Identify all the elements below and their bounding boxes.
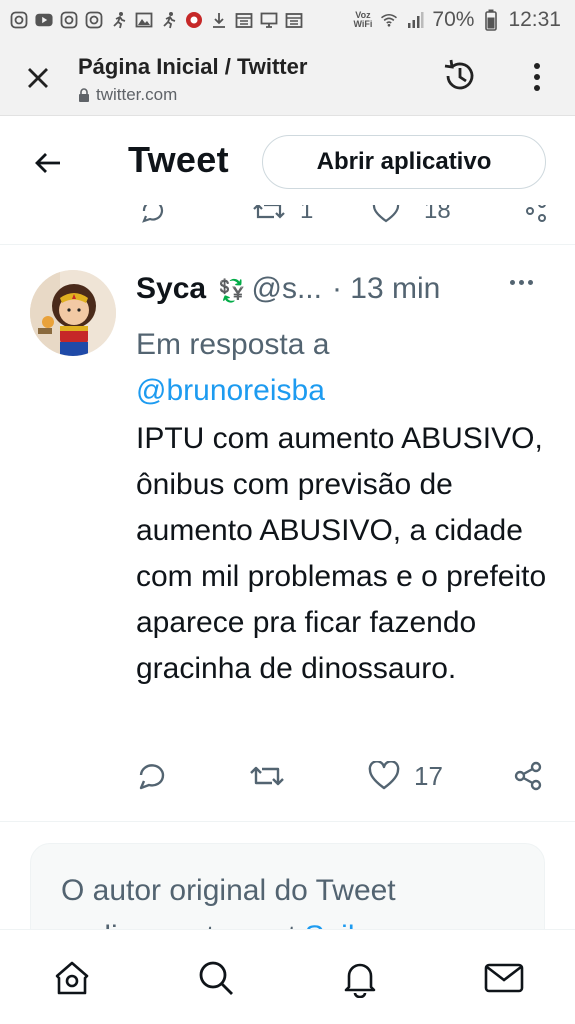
heart-icon bbox=[368, 761, 400, 790]
retweet-icon bbox=[250, 766, 284, 786]
monitor-icon bbox=[260, 11, 278, 29]
more-dot-icon bbox=[534, 74, 540, 80]
lock-icon bbox=[79, 88, 89, 102]
prev-like-count: 18 bbox=[424, 205, 451, 224]
close-tab-button[interactable] bbox=[22, 62, 54, 94]
back-button[interactable] bbox=[30, 145, 66, 181]
reply-icon bbox=[139, 764, 165, 790]
more-dot-icon bbox=[510, 280, 515, 285]
volte-indicator: Voz WiFi bbox=[353, 10, 373, 29]
reply-button[interactable] bbox=[136, 758, 168, 794]
tweet-time[interactable]: · 13 min bbox=[332, 272, 440, 306]
app-badge-icon bbox=[185, 11, 203, 29]
notice-line: O autor original do Tweet bbox=[61, 874, 396, 907]
nav-home-button[interactable] bbox=[48, 954, 96, 1002]
url-display[interactable]: twitter.com bbox=[78, 85, 177, 105]
home-icon bbox=[55, 961, 89, 995]
prev-retweet-count: 1 bbox=[300, 205, 314, 224]
runner-icon bbox=[160, 11, 178, 29]
share-icon bbox=[514, 761, 542, 791]
like-button[interactable]: 17 bbox=[368, 758, 443, 794]
author-name[interactable]: Syca bbox=[136, 272, 206, 306]
browser-menu-button[interactable] bbox=[524, 60, 550, 94]
notification-icons bbox=[10, 11, 303, 29]
bottom-navigation bbox=[0, 929, 575, 1024]
open-app-button[interactable]: Abrir aplicativo bbox=[262, 135, 546, 189]
status-bar: Voz WiFi 70% 12:31 bbox=[0, 0, 575, 40]
more-dot-icon bbox=[519, 280, 524, 285]
runner-icon bbox=[110, 11, 128, 29]
instagram-icon bbox=[10, 11, 28, 29]
instagram-icon bbox=[85, 11, 103, 29]
page-title: Página Inicial / Twitter bbox=[78, 54, 308, 79]
author-handle[interactable]: @s... bbox=[251, 272, 321, 306]
like-count: 17 bbox=[414, 760, 443, 791]
history-icon bbox=[444, 59, 474, 90]
more-dot-icon bbox=[528, 280, 533, 285]
tweet-page-header: Tweet Abrir aplicativo bbox=[0, 117, 575, 205]
tweet-header: Syca 💱 @s... · 13 min bbox=[136, 272, 440, 306]
bell-icon bbox=[344, 963, 376, 998]
nav-search-button[interactable] bbox=[192, 954, 240, 1002]
reply-context: Em resposta a @brunoreisba bbox=[136, 322, 556, 414]
tweet-more-button[interactable] bbox=[510, 280, 533, 285]
signal-icon bbox=[406, 11, 424, 29]
heart-icon[interactable] bbox=[372, 205, 400, 223]
system-status: Voz WiFi 70% 12:31 bbox=[353, 8, 561, 32]
image-icon bbox=[135, 11, 153, 29]
more-dot-icon bbox=[534, 85, 540, 91]
download-icon bbox=[210, 11, 228, 29]
header-title: Tweet bbox=[128, 139, 229, 180]
retweet-button[interactable] bbox=[248, 758, 286, 794]
mail-icon bbox=[484, 963, 524, 993]
calendar-icon bbox=[235, 11, 253, 29]
calendar-icon bbox=[285, 11, 303, 29]
retweet-icon[interactable] bbox=[252, 205, 286, 223]
clock: 12:31 bbox=[508, 8, 561, 31]
browser-toolbar: Página Inicial / Twitter twitter.com bbox=[0, 40, 575, 116]
url-text: twitter.com bbox=[96, 85, 178, 104]
reply-prefix: Em resposta a bbox=[136, 328, 330, 361]
battery-level: 70% bbox=[432, 8, 475, 31]
wifi-icon bbox=[380, 11, 398, 29]
tweet-actions: 17 bbox=[136, 758, 546, 798]
avatar-image bbox=[30, 270, 116, 356]
previous-tweet-actions: 1 18 bbox=[0, 205, 575, 245]
currency-exchange-icon: 💱 bbox=[218, 278, 246, 303]
reply-mention-link[interactable]: @brunoreisba bbox=[136, 368, 556, 414]
youtube-icon bbox=[35, 11, 53, 29]
tweet[interactable]: Syca 💱 @s... · 13 min Em resposta a @bru… bbox=[0, 246, 575, 822]
avatar[interactable] bbox=[30, 270, 116, 356]
reply-icon[interactable] bbox=[140, 205, 166, 223]
nav-notifications-button[interactable] bbox=[336, 954, 384, 1002]
arrow-left-icon bbox=[35, 153, 60, 173]
tweet-text: IPTU com aumento ABUSIVO, ônibus com pre… bbox=[136, 422, 547, 685]
share-icon[interactable] bbox=[524, 205, 548, 223]
close-icon bbox=[28, 68, 48, 88]
nav-messages-button[interactable] bbox=[480, 954, 528, 1002]
history-button[interactable] bbox=[440, 56, 480, 96]
battery-icon bbox=[482, 9, 500, 31]
more-dot-icon bbox=[534, 63, 540, 69]
search-icon bbox=[199, 961, 233, 995]
instagram-icon bbox=[60, 11, 78, 29]
share-button[interactable] bbox=[512, 758, 544, 794]
